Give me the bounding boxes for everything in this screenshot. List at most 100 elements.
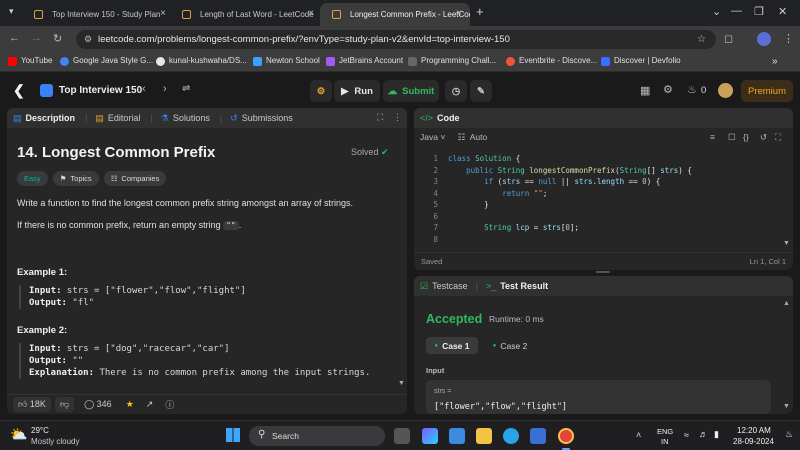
braces-icon[interactable]: {} bbox=[743, 132, 749, 142]
comments-button[interactable]: ◯ 346 bbox=[84, 399, 112, 410]
dislike-button[interactable]: 👎︎ bbox=[54, 397, 75, 412]
editor-scroll-arrow-icon[interactable]: ▼ bbox=[783, 240, 790, 247]
close-window-icon[interactable]: ✕ bbox=[778, 5, 787, 18]
site-info-icon[interactable]: ⚙ bbox=[84, 30, 92, 49]
language-select[interactable]: Java ˅ bbox=[420, 132, 445, 142]
cursor-position: Ln 1, Col 1 bbox=[749, 257, 786, 266]
result-scroll-down-icon[interactable]: ▼ bbox=[783, 403, 790, 410]
tab-description[interactable]: Description bbox=[26, 113, 76, 123]
bookmark-kunal-kushwaha[interactable]: kunal-kushwaha/DS... bbox=[156, 56, 247, 66]
description-icon: ▤ bbox=[13, 112, 22, 123]
reset-icon[interactable]: ↺ bbox=[760, 132, 767, 143]
file-explorer-icon[interactable] bbox=[476, 428, 492, 444]
collapse-panel-icon[interactable]: ⋮ bbox=[393, 112, 402, 123]
settings-icon[interactable]: ⚙ bbox=[663, 83, 673, 96]
tab-submissions[interactable]: Submissions bbox=[242, 113, 293, 123]
bookmark-devfolio[interactable]: Discover | Devfolio bbox=[601, 56, 681, 66]
profile-avatar[interactable] bbox=[757, 32, 771, 46]
timer-button[interactable]: ◷ bbox=[445, 80, 467, 102]
extensions-icon[interactable]: ◻ bbox=[724, 32, 733, 45]
volume-icon[interactable]: ♬ bbox=[699, 429, 708, 439]
topics-button[interactable]: ⚑ Topics bbox=[52, 171, 99, 186]
microsoft-store-icon[interactable] bbox=[449, 428, 465, 444]
streak-fire-icon[interactable]: ♨ bbox=[687, 83, 697, 96]
edge-icon[interactable] bbox=[503, 428, 519, 444]
case-2-button[interactable]: ● Case 2 bbox=[484, 337, 536, 354]
status-dot-icon: ● bbox=[434, 342, 439, 349]
tab-search-icon[interactable]: ▾ bbox=[9, 6, 14, 17]
bookmark-jetbrains[interactable]: JetBrains Account bbox=[326, 56, 403, 66]
tray-overflow-icon[interactable]: ˄ bbox=[636, 430, 641, 440]
app-icon[interactable] bbox=[530, 428, 546, 444]
random-problem-icon[interactable]: ⇌ bbox=[182, 83, 190, 94]
study-plan-title[interactable]: Top Interview 150 bbox=[59, 85, 142, 96]
forward-icon[interactable]: → bbox=[31, 32, 42, 44]
newton-school-icon bbox=[253, 57, 262, 66]
prev-problem-icon[interactable]: ‹ bbox=[142, 83, 146, 95]
tab-testcase[interactable]: Testcase bbox=[432, 281, 468, 291]
close-tab-icon[interactable]: × bbox=[308, 8, 314, 19]
run-button[interactable]: ▶ Run bbox=[334, 80, 380, 102]
copilot-icon[interactable] bbox=[422, 428, 438, 444]
tab-test-result[interactable]: Test Result bbox=[500, 281, 548, 291]
bookmark-eventbrite[interactable]: Eventbrite - Discove... bbox=[506, 56, 597, 66]
format-icon[interactable]: ≡ bbox=[710, 132, 715, 142]
tab-solutions[interactable]: Solutions bbox=[173, 113, 210, 123]
notifications-bell-icon[interactable]: ♨ bbox=[785, 429, 793, 440]
back-icon[interactable]: ← bbox=[9, 32, 20, 44]
bookmarks-overflow-icon[interactable]: » bbox=[772, 56, 778, 67]
code-line: 6 bbox=[433, 211, 438, 221]
premium-button[interactable]: Premium bbox=[741, 80, 793, 102]
close-tab-icon[interactable]: × bbox=[456, 8, 462, 19]
code-line: 4 return ""; bbox=[433, 188, 548, 198]
tab-editorial[interactable]: Editorial bbox=[108, 113, 141, 123]
bookmark-icon[interactable]: ☐ bbox=[728, 132, 736, 143]
bookmark-google-java-style[interactable]: Google Java Style G... bbox=[60, 56, 153, 66]
browser-tab[interactable]: Length of Last Word - LeetCode × bbox=[170, 3, 322, 26]
wifi-icon[interactable]: ≈ bbox=[684, 430, 689, 440]
result-scroll-up-icon[interactable]: ▲ bbox=[783, 300, 790, 307]
user-avatar[interactable] bbox=[718, 83, 733, 98]
minimize-icon[interactable]: — bbox=[731, 5, 742, 17]
submit-button[interactable]: ☁ Submit bbox=[383, 80, 439, 102]
language-indicator-1[interactable]: ENG bbox=[657, 427, 673, 436]
clock-time[interactable]: 12:20 AM bbox=[737, 426, 771, 435]
help-icon[interactable]: ⓘ bbox=[165, 398, 174, 411]
leetcode-logo-icon[interactable]: ❮ bbox=[13, 82, 25, 99]
scroll-down-arrow-icon[interactable]: ▼ bbox=[398, 380, 405, 387]
browser-menu-icon[interactable]: ⋮ bbox=[783, 32, 794, 45]
taskbar-search[interactable]: ⚲ Search bbox=[249, 426, 385, 446]
bookmark-star-icon[interactable]: ☆ bbox=[697, 30, 706, 49]
weather-cloud-icon[interactable]: ⛅ bbox=[10, 426, 27, 443]
close-tab-icon[interactable]: × bbox=[160, 8, 166, 19]
browser-tab-active[interactable]: Longest Common Prefix - LeetCode × bbox=[320, 3, 470, 26]
code-editor[interactable]: 1 class Solution { 2 public String longes… bbox=[414, 153, 793, 245]
fullscreen-icon[interactable]: ⛶ bbox=[377, 112, 383, 123]
case-1-button[interactable]: ● Case 1 bbox=[426, 337, 478, 354]
panel-splitter[interactable] bbox=[596, 271, 610, 273]
thumbs-up-icon: 👍︎ bbox=[18, 399, 28, 409]
url-field[interactable]: ⚙ leetcode.com/problems/longest-common-p… bbox=[76, 30, 716, 49]
restore-icon[interactable]: ❐ bbox=[754, 5, 764, 18]
notes-button[interactable]: ✎ bbox=[470, 80, 492, 102]
tab-overflow-icon[interactable]: ⌄ bbox=[712, 5, 721, 18]
input-value-box: strs = ["flower","flow","flight"] bbox=[426, 380, 771, 414]
favorite-star-icon[interactable]: ★ bbox=[126, 399, 134, 410]
next-problem-icon[interactable]: › bbox=[163, 83, 167, 95]
share-icon[interactable]: ↗ bbox=[146, 399, 154, 410]
expand-icon[interactable]: ⛶ bbox=[775, 132, 781, 143]
task-view-icon[interactable] bbox=[394, 428, 410, 444]
windows-start-icon[interactable] bbox=[226, 428, 240, 442]
battery-icon[interactable]: ▮ bbox=[714, 429, 719, 440]
bookmark-newton-school[interactable]: Newton School bbox=[253, 56, 320, 66]
chrome-icon[interactable] bbox=[558, 428, 574, 444]
companies-button[interactable]: ☷ Companies bbox=[103, 171, 167, 186]
debug-button[interactable]: ⚙ bbox=[310, 80, 332, 102]
bookmark-programming-challenges[interactable]: Programming Chall... bbox=[408, 56, 496, 66]
bookmark-youtube[interactable]: YouTube bbox=[8, 56, 52, 66]
new-tab-button[interactable]: + bbox=[476, 4, 484, 19]
browser-tab[interactable]: Top Interview 150 - Study Plan × bbox=[22, 3, 174, 26]
like-button[interactable]: 👍︎ 18K bbox=[13, 397, 51, 412]
layout-grid-icon[interactable]: ▦ bbox=[640, 84, 650, 97]
reload-icon[interactable]: ↻ bbox=[53, 32, 62, 45]
